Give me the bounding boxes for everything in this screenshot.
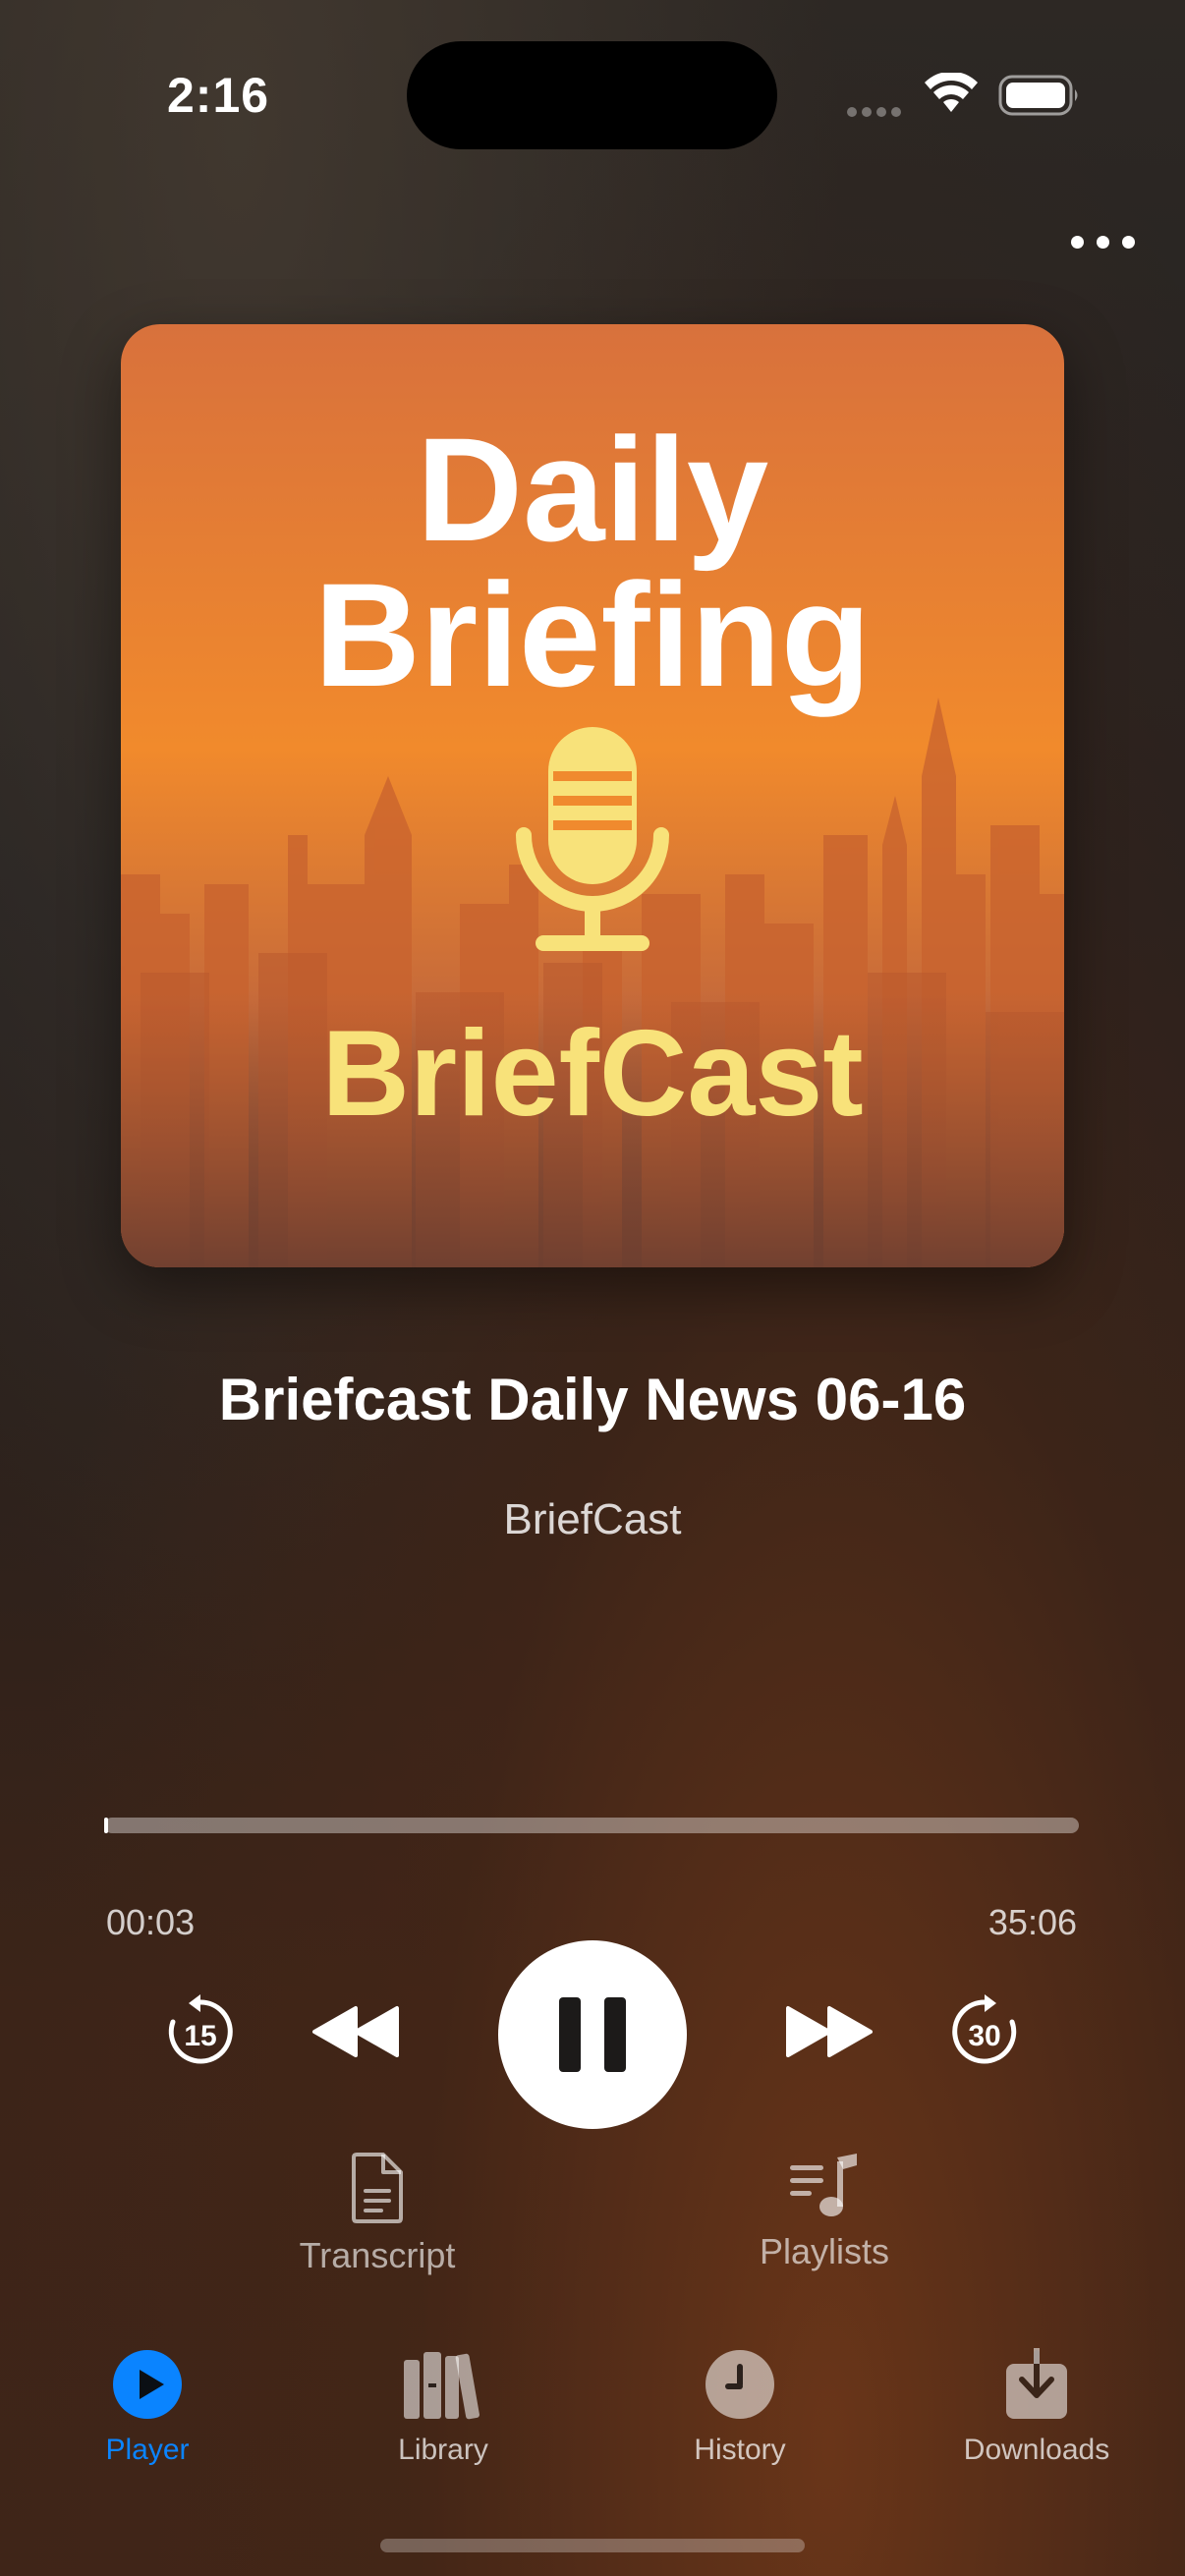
playback-progress-slider[interactable] [104, 1818, 1079, 1833]
rewind-icon [312, 2006, 399, 2057]
tab-player[interactable]: Player [29, 2348, 265, 2467]
progress-fill [104, 1818, 108, 1833]
playlists-label: Playlists [759, 2231, 890, 2271]
transcript-label: Transcript [299, 2235, 456, 2275]
podcast-artwork: Daily Briefing BriefCast [121, 324, 1064, 1267]
tab-player-label: Player [105, 2434, 190, 2466]
dynamic-island [407, 41, 777, 149]
artwork-headline-line1: Daily [417, 407, 769, 572]
download-tray-icon [1006, 2348, 1067, 2419]
pause-icon [559, 1997, 626, 2072]
status-bar: 2:16 [0, 0, 1185, 196]
music-list-icon [790, 2154, 857, 2216]
skip-back-seconds: 15 [184, 2020, 216, 2052]
more-options-button[interactable] [1059, 216, 1148, 265]
rewind-button[interactable] [309, 2004, 403, 2064]
fast-forward-icon [786, 2006, 873, 2057]
document-icon [352, 2153, 403, 2223]
cellular-signal-icon [847, 104, 906, 122]
tab-downloads[interactable]: Downloads [919, 2348, 1155, 2467]
transcript-button[interactable]: Transcript [250, 2152, 505, 2276]
artwork-headline-line2: Briefing [314, 552, 872, 717]
clock-icon [705, 2350, 774, 2419]
play-pause-button[interactable] [498, 1940, 687, 2129]
show-name[interactable]: BriefCast [0, 1495, 1185, 1544]
home-indicator [380, 2539, 805, 2552]
tab-library-label: Library [398, 2434, 488, 2466]
total-time: 35:06 [988, 1902, 1077, 1942]
wifi-icon [925, 73, 978, 112]
tab-downloads-label: Downloads [963, 2434, 1110, 2466]
battery-icon [998, 75, 1078, 116]
status-time: 2:16 [167, 68, 270, 123]
skip-back-button[interactable]: 15 [161, 1992, 240, 2076]
fast-forward-button[interactable] [782, 2004, 876, 2064]
books-icon [404, 2352, 480, 2420]
tab-history-label: History [694, 2434, 786, 2466]
elapsed-time: 00:03 [106, 1902, 196, 1942]
skip-forward-button[interactable]: 30 [945, 1992, 1024, 2076]
skip-forward-30-icon: 30 [952, 1994, 1017, 2064]
play-circle-icon [113, 2350, 182, 2419]
tab-library[interactable]: Library [325, 2348, 561, 2467]
playlists-button[interactable]: Playlists [697, 2152, 952, 2272]
skip-back-15-icon: 15 [168, 1994, 233, 2064]
skip-forward-seconds: 30 [968, 2020, 1000, 2052]
episode-title: Briefcast Daily News 06-16 [218, 1367, 967, 1432]
tab-history[interactable]: History [622, 2348, 858, 2467]
artwork-brand: BriefCast [321, 1006, 863, 1142]
